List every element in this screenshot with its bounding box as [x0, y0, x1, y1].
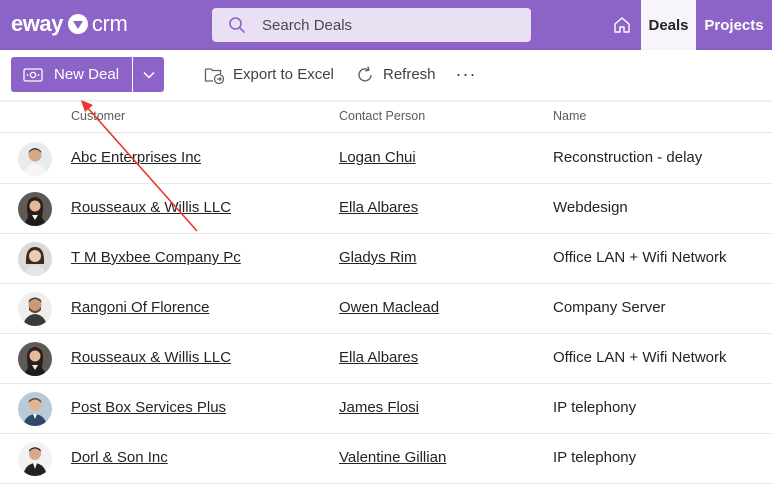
more-options-icon: ··· [455, 64, 477, 84]
export-to-excel-button[interactable]: Export to Excel [204, 57, 334, 92]
customer-link[interactable]: T M Byxbee Company Pc [71, 249, 241, 266]
table-header: Customer Contact Person Name [0, 100, 772, 133]
column-header-name[interactable]: Name [553, 109, 586, 123]
table-row[interactable]: Dorl & Son Inc Valentine Gillian IP tele… [0, 434, 772, 484]
table-row[interactable]: Rousseaux & Willis LLC Ella Albares Webd… [0, 184, 772, 234]
table-row[interactable]: Post Box Services Plus James Flosi IP te… [0, 384, 772, 434]
home-icon [614, 17, 630, 33]
tab-projects[interactable]: Projects [696, 0, 772, 50]
refresh-icon [358, 65, 372, 82]
export-icon [204, 68, 225, 84]
avatar [18, 192, 52, 226]
deal-name: Office LAN + Wifi Network [553, 249, 727, 266]
search-icon [229, 17, 245, 33]
home-button[interactable] [603, 0, 641, 50]
new-deal-label: New Deal [54, 66, 120, 83]
column-header-contact-person[interactable]: Contact Person [339, 109, 425, 123]
deal-name: IP telephony [553, 449, 637, 466]
top-bar: eway crm Search Deals Deals Projects [0, 0, 772, 50]
customer-link[interactable]: Rousseaux & Willis LLC [71, 199, 231, 216]
logo-text-crm: crm [91, 11, 128, 36]
export-label: Export to Excel [233, 66, 334, 83]
avatar [18, 442, 52, 476]
new-deal-dropdown-button[interactable] [133, 57, 164, 92]
contact-person-link[interactable]: Owen Maclead [339, 299, 439, 316]
deal-name: Company Server [553, 299, 666, 316]
table-row[interactable]: T M Byxbee Company Pc Gladys Rim Office … [0, 234, 772, 284]
search-box[interactable]: Search Deals [212, 8, 531, 42]
search-placeholder[interactable]: Search Deals [262, 17, 352, 34]
avatar [18, 392, 52, 426]
deal-name: IP telephony [553, 399, 637, 416]
column-header-customer[interactable]: Customer [71, 109, 125, 123]
table-row[interactable]: Abc Enterprises Inc Logan Chui Reconstru… [0, 134, 772, 184]
table-row[interactable]: Rousseaux & Willis LLC Ella Albares Offi… [0, 334, 772, 384]
contact-person-link[interactable]: Ella Albares [339, 199, 418, 216]
logo-mark-icon [67, 14, 88, 34]
avatar [18, 142, 52, 176]
customer-link[interactable]: Rousseaux & Willis LLC [71, 349, 231, 366]
chevron-down-icon [142, 71, 155, 79]
customer-link[interactable]: Dorl & Son Inc [71, 449, 168, 466]
avatar [18, 342, 52, 376]
refresh-button[interactable]: Refresh [355, 57, 436, 92]
table-row[interactable]: Rangoni Of Florence Owen Maclead Company… [0, 284, 772, 334]
customer-link[interactable]: Rangoni Of Florence [71, 299, 209, 316]
new-deal-button[interactable]: New Deal [11, 57, 132, 92]
more-options-button[interactable]: ··· [456, 57, 476, 92]
avatar [18, 242, 52, 276]
logo-text-eway: eway [11, 11, 63, 36]
contact-person-link[interactable]: Valentine Gillian [339, 449, 446, 466]
command-bar: New Deal Export to Excel Refresh ··· [0, 50, 772, 100]
tab-deals[interactable]: Deals [641, 0, 696, 50]
refresh-label: Refresh [383, 66, 436, 83]
contact-person-link[interactable]: James Flosi [339, 399, 419, 416]
money-icon [23, 67, 43, 82]
avatar [18, 292, 52, 326]
contact-person-link[interactable]: Logan Chui [339, 149, 416, 166]
deal-name: Office LAN + Wifi Network [553, 349, 727, 366]
deal-name: Reconstruction - delay [553, 149, 703, 166]
deal-name: Webdesign [553, 199, 628, 216]
customer-link[interactable]: Abc Enterprises Inc [71, 149, 201, 166]
customer-link[interactable]: Post Box Services Plus [71, 399, 226, 416]
contact-person-link[interactable]: Ella Albares [339, 349, 418, 366]
eway-crm-logo[interactable]: eway crm [11, 10, 128, 38]
contact-person-link[interactable]: Gladys Rim [339, 249, 417, 266]
